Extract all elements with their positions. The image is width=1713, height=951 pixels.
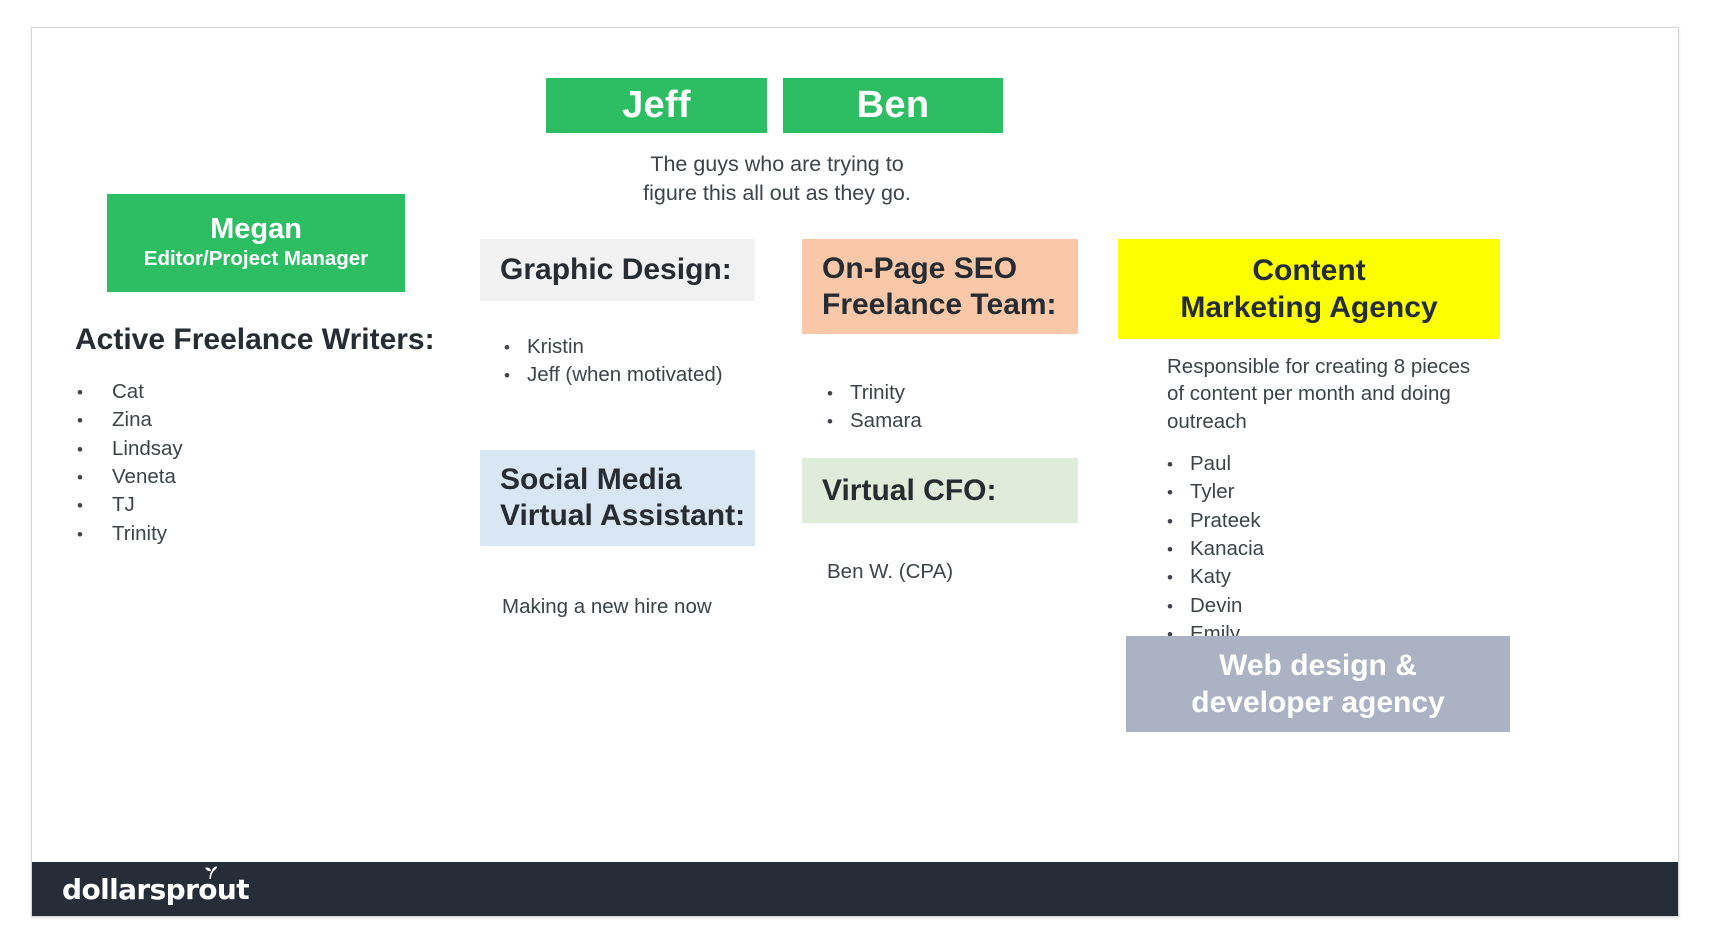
bullet-icon: • [77,524,83,544]
agency-member-name: Katy [1190,565,1232,589]
bullet-icon: • [77,468,83,488]
designer-name: Kristin [527,335,584,358]
writers-heading: Active Freelance Writers: [75,323,435,356]
content-agency-panel: Content Marketing Agency [1118,239,1500,339]
list-item: • Zina [77,408,183,431]
leader-box-jeff: Jeff [546,78,767,133]
brand-logo: dollarsprout [62,865,250,906]
sprout-icon [205,865,218,879]
list-item: • Tyler [1167,480,1264,503]
bullet-icon: • [504,338,510,357]
virtual-cfo-heading: Virtual CFO: [822,473,997,507]
content-agency-heading: Content Marketing Agency [1180,253,1438,324]
list-item: • Lindsay [77,437,183,460]
social-media-panel: Social Media Virtual Assistant: [480,450,755,546]
bullet-icon: • [77,411,83,431]
leader-box-ben: Ben [783,78,1003,133]
bullet-icon: • [1167,596,1173,616]
bullet-icon: • [1167,455,1173,474]
megan-box: Megan Editor/Project Manager [107,194,405,292]
agency-member-name: Kanacia [1190,537,1265,561]
list-item: • Cat [77,380,183,403]
graphic-design-panel: Graphic Design: [480,239,755,301]
list-item: • Trinity [77,522,183,545]
seo-panel: On-Page SEO Freelance Team: [802,239,1078,334]
slide-frame: Jeff Ben The guys who are trying to figu… [31,27,1679,917]
agency-member-name: Prateek [1190,508,1261,532]
virtual-cfo-panel: Virtual CFO: [802,458,1078,523]
agency-member-name: Devin [1190,593,1243,617]
writers-list: • Cat • Zina • Lindsay • Veneta • TJ • Trinity [77,380,183,550]
list-item: • Trinity [827,381,922,404]
bullet-icon: • [827,412,833,432]
seo-heading: On-Page SEO Freelance Team: [822,251,1057,321]
bullet-icon: • [504,366,510,386]
footer-bar: dollarsprout [32,862,1678,916]
bullet-icon: • [827,384,833,403]
web-agency-box: Web design & developer agency [1126,636,1510,732]
writer-name: TJ [112,493,135,517]
bullet-icon: • [1167,483,1173,503]
bullet-icon: • [77,439,83,459]
megan-name: Megan [210,213,302,246]
content-agency-list: • Paul • Tyler • Prateek • Kanacia • Katy • De… [1167,452,1264,651]
list-item: • Kanacia [1167,537,1264,560]
list-item: • Paul [1167,452,1264,475]
slide-canvas: Jeff Ben The guys who are trying to figu… [32,28,1678,916]
social-media-note: Making a new hire now [502,595,712,618]
writer-name: Zina [112,408,152,432]
list-item: • Kristin [504,335,723,358]
seo-member-name: Samara [850,409,922,433]
leader-name-ben: Ben [856,84,930,127]
writer-name: Veneta [112,465,176,489]
social-media-heading: Social Media Virtual Assistant: [500,463,746,532]
seo-member-name: Trinity [850,381,906,404]
list-item: • Katy [1167,565,1264,588]
list-item: • Devin [1167,594,1264,617]
writer-name: Lindsay [112,436,183,460]
bullet-icon: • [1167,568,1173,588]
leaders-caption: The guys who are trying to figure this a… [643,152,911,205]
virtual-cfo-note: Ben W. (CPA) [827,560,954,583]
agency-member-name: Paul [1190,452,1232,475]
list-item: • Prateek [1167,509,1264,532]
bullet-icon: • [77,383,83,402]
writer-name: Trinity [112,521,168,545]
leader-name-jeff: Jeff [622,84,691,127]
bullet-icon: • [1167,540,1173,560]
seo-list: • Trinity • Samara [827,381,922,438]
agency-member-name: Tyler [1190,480,1235,504]
graphic-design-list: • Kristin • Jeff (when motivated) [504,335,723,392]
list-item: • TJ [77,493,183,516]
bullet-icon: • [1167,511,1173,531]
brand-logo-text: dollarsprout [62,872,250,906]
web-agency-heading: Web design & developer agency [1191,648,1445,720]
list-item: • Samara [827,409,922,432]
content-agency-note: Responsible for creating 8 pieces of con… [1167,355,1471,433]
list-item: • Jeff (when motivated) [504,363,723,386]
megan-role: Editor/Project Manager [143,247,369,271]
graphic-design-heading: Graphic Design: [500,253,732,286]
writer-name: Cat [112,380,144,403]
designer-name: Jeff (when motivated) [527,363,723,387]
bullet-icon: • [77,496,83,516]
list-item: • Veneta [77,465,183,488]
